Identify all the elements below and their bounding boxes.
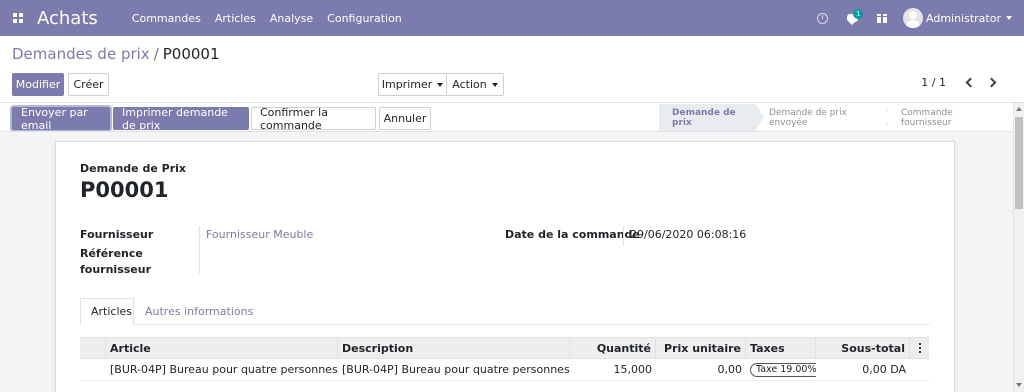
stage-rfq-sent-label: Demande de prix envoyée [769, 107, 847, 128]
breadcrumb-separator: / [153, 45, 159, 63]
cell-quantity[interactable]: 15,000 [570, 359, 656, 380]
table-header: Article Description Quantité Prix unitai… [80, 337, 929, 359]
scroll-thumb[interactable] [1015, 117, 1023, 209]
create-button[interactable]: Créer [68, 73, 109, 96]
row-handle [80, 359, 106, 380]
vendor-reference-label-line1: Référence [80, 247, 143, 260]
status-stages: Demande de prix Demande de prix envoyée … [659, 104, 1011, 131]
activity-clock-icon[interactable] [807, 0, 837, 36]
send-by-email-button[interactable]: Envoyer par email [12, 106, 110, 132]
chevron-down-icon [437, 82, 444, 87]
handle-column-header [80, 338, 106, 358]
user-name: Administrator [926, 11, 1001, 25]
cell-unit-price[interactable]: 0,00 [656, 359, 746, 380]
breadcrumb-parent[interactable]: Demandes de prix [12, 45, 150, 63]
column-header-unit-price[interactable]: Prix unitaire [656, 338, 746, 358]
tax-badge: Taxe 19.00% [750, 362, 816, 377]
avatar [903, 8, 923, 28]
order-lines-table: Article Description Quantité Prix unitai… [80, 337, 929, 381]
breadcrumb: Demandes de prix / P00001 [12, 45, 220, 63]
cancel-button[interactable]: Annuler [379, 107, 431, 130]
pager-value[interactable]: 1 / 1 [921, 76, 946, 89]
vertical-scrollbar[interactable] [1013, 103, 1024, 392]
action-dropdown-button[interactable]: Action [446, 73, 504, 96]
order-date-label: Date de la commande [505, 228, 640, 241]
order-date-field[interactable]: 29/06/2020 06:08:16 [630, 228, 746, 241]
column-header-taxes[interactable]: Taxes [746, 338, 816, 358]
cell-article[interactable]: [BUR-04P] Bureau pour quatre personnes [106, 359, 338, 380]
vendor-field[interactable]: Fournisseur Meuble [206, 228, 313, 241]
vendor-reference-label-line2: fournisseur [80, 263, 152, 276]
notification-badge: 1 [853, 9, 864, 19]
gift-icon[interactable] [867, 0, 897, 36]
edit-button[interactable]: Modifier [12, 73, 64, 96]
tab-other-info[interactable]: Autres informations [135, 298, 263, 325]
scroll-up-icon[interactable] [1016, 107, 1022, 111]
stage-rfq-sent: Demande de prix envoyée [756, 104, 895, 131]
column-header-description[interactable]: Description [338, 338, 570, 358]
scroll-down-icon[interactable] [1016, 383, 1022, 387]
field-separator [623, 226, 624, 246]
stage-purchase-order-label: Commande fournisseur [901, 107, 953, 128]
stage-rfq-label: Demande de prix [672, 107, 736, 128]
previous-record-icon[interactable] [965, 77, 976, 88]
user-menu[interactable]: Administrator [903, 8, 1012, 28]
menu-articles[interactable]: Articles [215, 12, 256, 25]
tab-articles[interactable]: Articles [80, 298, 134, 325]
stage-purchase-order: Commande fournisseur [888, 104, 1011, 131]
field-separator [199, 226, 200, 274]
column-header-subtotal[interactable]: Sous-total [816, 338, 910, 358]
document-type: Demande de Prix [80, 162, 186, 175]
next-record-icon[interactable] [986, 77, 997, 88]
menu-commandes[interactable]: Commandes [132, 12, 201, 25]
cell-description[interactable]: [BUR-04P] Bureau pour quatre personnes [338, 359, 570, 380]
vendor-label: Fournisseur [80, 228, 154, 241]
print-dropdown-button[interactable]: Imprimer [378, 73, 447, 96]
column-options-icon[interactable] [910, 338, 929, 358]
messaging-chat-icon[interactable]: 1 [837, 0, 867, 36]
app-title[interactable]: Achats [37, 8, 98, 29]
column-header-quantity[interactable]: Quantité [570, 338, 656, 358]
menu-analyse[interactable]: Analyse [270, 12, 313, 25]
breadcrumb-current: P00001 [162, 45, 220, 63]
action-label: Action [452, 78, 487, 91]
stage-rfq: Demande de prix [659, 104, 764, 131]
control-panel-divider [0, 102, 1024, 103]
cell-taxes[interactable]: Taxe 19.00% [746, 359, 816, 380]
confirm-order-button[interactable]: Confirmer la commande [251, 106, 376, 132]
table-row[interactable]: [BUR-04P] Bureau pour quatre personnes [… [80, 359, 929, 381]
print-rfq-button[interactable]: Imprimer demande de prix [113, 106, 249, 132]
chevron-down-icon [491, 82, 498, 87]
chevron-down-icon [1006, 16, 1012, 20]
column-header-article[interactable]: Article [106, 338, 338, 358]
cell-subtotal: 0,00 DA [862, 363, 906, 376]
menu-configuration[interactable]: Configuration [327, 12, 402, 25]
print-label: Imprimer [381, 78, 433, 91]
apps-menu-icon[interactable] [0, 0, 36, 36]
vendor-reference-label: Référence fournisseur [80, 247, 151, 276]
top-navbar: Achats Commandes Articles Analyse Config… [0, 0, 1024, 36]
row-spacer [910, 359, 929, 380]
pager: 1 / 1 [921, 76, 1002, 89]
document-name: P00001 [80, 178, 169, 202]
